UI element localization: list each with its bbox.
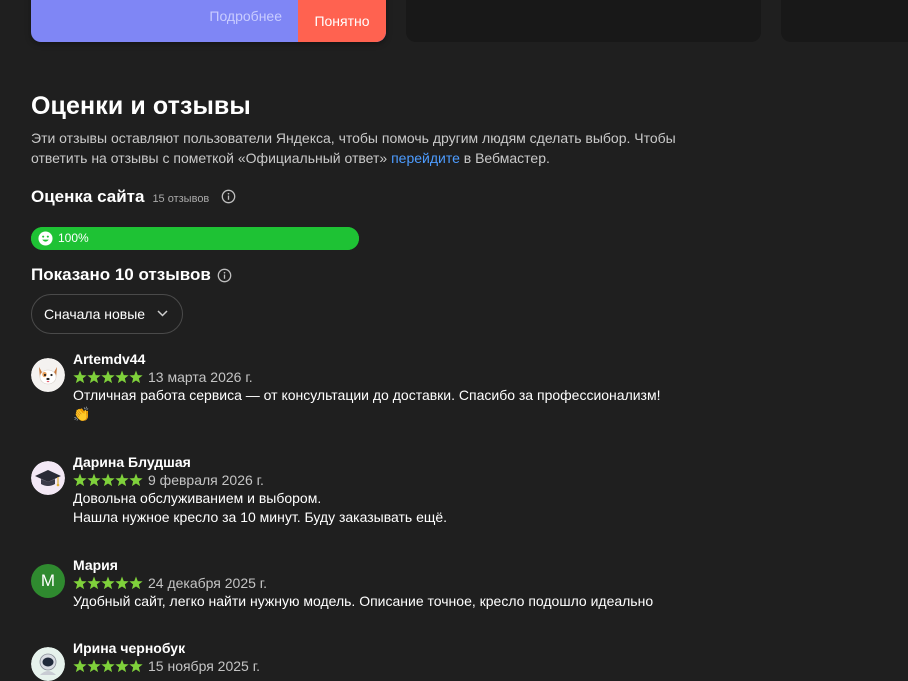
star-icon	[73, 576, 87, 590]
rating-title: Оценка сайта	[31, 187, 145, 206]
star-icon	[73, 659, 87, 673]
review-date: 15 ноября 2025 г.	[148, 658, 260, 674]
star-icon	[129, 659, 143, 673]
review-text: Довольна обслуживанием и выбором. Нашла …	[73, 489, 693, 527]
info-icon[interactable]	[217, 268, 232, 283]
star-icon	[87, 473, 101, 487]
section-title: Оценки и отзывы	[31, 92, 251, 120]
review-text: Удобный сайт, легко найти нужную модель.…	[73, 592, 693, 611]
webmaster-link[interactable]: перейдите	[391, 150, 460, 166]
star-icon	[87, 659, 101, 673]
star-icon	[115, 370, 129, 384]
star-icon	[115, 473, 129, 487]
info-icon[interactable]	[221, 189, 236, 204]
star-icon	[73, 370, 87, 384]
shown-header: Показано 10 отзывов	[31, 265, 232, 285]
info-card-partial	[781, 0, 908, 42]
star-icon	[129, 576, 143, 590]
review-text-line: Нашла нужное кресло за 10 минут. Буду за…	[73, 509, 448, 525]
star-icon	[101, 576, 115, 590]
graduation-cap-avatar-icon	[31, 461, 65, 495]
shown-title: Показано 10 отзывов	[31, 265, 211, 284]
smile-icon	[38, 231, 53, 246]
review-text: Отличная работа сервиса — от консультаци…	[73, 386, 693, 424]
star-icon	[87, 370, 101, 384]
star-icon	[129, 473, 143, 487]
astronaut-avatar-icon	[31, 647, 65, 681]
star-icon	[129, 370, 143, 384]
review-author[interactable]: Artemdv44	[73, 351, 145, 367]
star-icon	[115, 576, 129, 590]
review-item: М Мария 24 декабря 2025 г. Удобный сайт,…	[31, 557, 711, 617]
star-rating-icon	[73, 659, 143, 673]
description-text-before: Эти отзывы оставляют пользователи Яндекс…	[31, 130, 676, 166]
promo-card: Подробнее Понятно	[31, 0, 386, 42]
avatar-letter: М	[31, 564, 65, 598]
star-icon	[87, 576, 101, 590]
section-description: Эти отзывы оставляют пользователи Яндекс…	[31, 128, 691, 168]
rating-bar: 100%	[31, 227, 359, 250]
review-date: 13 марта 2026 г.	[148, 369, 253, 385]
review-text-line: Удобный сайт, легко найти нужную модель.…	[73, 593, 654, 609]
review-author[interactable]: Дарина Блудшая	[73, 454, 191, 470]
review-author[interactable]: Ирина чернобук	[73, 640, 185, 656]
star-rating-icon	[73, 370, 143, 384]
review-text-line: Отличная работа сервиса — от консультаци…	[73, 387, 661, 403]
ok-button[interactable]: Понятно	[298, 0, 386, 42]
review-item: Artemdv44 13 марта 2026 г. Отличная рабо…	[31, 351, 711, 441]
review-item: Дарина Блудшая 9 февраля 2026 г. Довольн…	[31, 454, 711, 534]
dog-avatar-icon	[31, 358, 65, 392]
more-button[interactable]: Подробнее	[209, 8, 282, 24]
star-icon	[101, 370, 115, 384]
review-item: Ирина чернобук 15 ноября 2025 г.	[31, 640, 711, 681]
sort-dropdown[interactable]: Сначала новые	[31, 294, 183, 334]
rating-header: Оценка сайта 15 отзывов	[31, 187, 236, 207]
review-author[interactable]: Мария	[73, 557, 118, 573]
star-rating-icon	[73, 473, 143, 487]
star-icon	[101, 659, 115, 673]
star-icon	[101, 473, 115, 487]
review-date: 24 декабря 2025 г.	[148, 575, 268, 591]
sort-selected: Сначала новые	[44, 306, 146, 322]
rating-count: 15 отзывов	[152, 193, 210, 205]
review-date: 9 февраля 2026 г.	[148, 472, 264, 488]
rating-percent: 100%	[58, 231, 89, 245]
description-text-after: в Вебмастер.	[459, 150, 550, 166]
star-icon	[115, 659, 129, 673]
star-rating-icon	[73, 576, 143, 590]
info-card	[406, 0, 761, 42]
review-text-line: 👏	[73, 406, 91, 422]
chevron-down-icon	[157, 310, 168, 317]
review-text-line: Довольна обслуживанием и выбором.	[73, 490, 322, 506]
star-icon	[73, 473, 87, 487]
